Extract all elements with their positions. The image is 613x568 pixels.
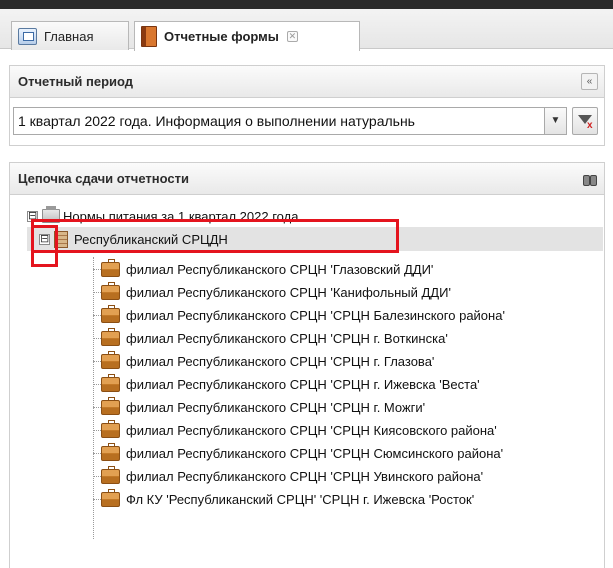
book-icon <box>141 26 157 47</box>
tree-branch-label: филиал Республиканского СРЦН 'Глазовский… <box>126 261 434 277</box>
tab-reporting-forms-label: Отчетные формы <box>164 29 279 44</box>
briefcase-icon <box>101 396 120 415</box>
binoculars-icon[interactable] <box>583 172 597 186</box>
chain-panel-header: Цепочка сдачи отчетности <box>9 162 605 195</box>
tree-branch-node[interactable]: филиал Республиканского СРЦН 'СРЦН Балез… <box>101 304 505 326</box>
briefcase-icon <box>101 442 120 461</box>
tree-root-node[interactable]: ⊟ Нормы питания за 1 квартал 2022 года <box>27 205 298 227</box>
tree-guide-line <box>93 384 101 385</box>
period-panel-title: Отчетный период <box>18 74 134 89</box>
home-icon <box>18 27 37 45</box>
tab-reporting-forms[interactable]: Отчетные формы ✕ <box>134 21 360 51</box>
chevron-down-icon[interactable]: ▼ <box>544 108 566 134</box>
tree-branch-label: филиал Республиканского СРЦН 'СРЦН г. Иж… <box>126 376 480 392</box>
tree-branch-label: филиал Республиканского СРЦН 'СРЦН Сюмси… <box>126 445 504 461</box>
tree-branch-label: филиал Республиканского СРЦН 'СРЦН г. Во… <box>126 330 448 346</box>
tree-branch-node[interactable]: филиал Республиканского СРЦН 'Глазовский… <box>101 258 433 280</box>
tree-branch-node[interactable]: филиал Республиканского СРЦН 'СРЦН г. Иж… <box>101 373 480 395</box>
clear-filter-button[interactable]: x <box>572 107 598 135</box>
reporting-chain-tree: ⊟ Нормы питания за 1 квартал 2022 года ⊟… <box>9 195 605 568</box>
tree-branch-node[interactable]: филиал Республиканского СРЦН 'СРЦН Сюмси… <box>101 442 503 464</box>
tree-guide-line <box>93 338 101 339</box>
tree-guide-line <box>93 292 101 293</box>
tree-branch-node[interactable]: филиал Республиканского СРЦН 'СРЦН г. Гл… <box>101 350 434 372</box>
tree-branch-label: филиал Республиканского СРЦН 'Канифольны… <box>126 284 451 300</box>
tab-home[interactable]: Главная <box>11 21 129 50</box>
building-icon <box>54 230 68 248</box>
period-panel: 1 квартал 2022 года. Информация о выполн… <box>9 98 605 146</box>
briefcase-icon <box>101 419 120 438</box>
tree-node-selected[interactable]: ⊟ Республиканский СРЦДН <box>27 227 603 251</box>
top-bar <box>0 0 613 9</box>
briefcase-icon <box>101 258 120 277</box>
tree-branch-node[interactable]: филиал Республиканского СРЦН 'СРЦН Увинс… <box>101 465 483 487</box>
tree-guide-line <box>93 257 94 539</box>
collapse-icon[interactable]: ⊟ <box>27 210 38 222</box>
chain-panel-title: Цепочка сдачи отчетности <box>18 171 189 186</box>
tab-strip: Главная Отчетные формы ✕ <box>0 9 613 51</box>
period-select[interactable]: 1 квартал 2022 года. Информация о выполн… <box>13 107 567 135</box>
tree-branch-label: филиал Республиканского СРЦН 'СРЦН Киясо… <box>126 422 497 438</box>
briefcase-icon <box>101 373 120 392</box>
tree-guide-line <box>93 361 101 362</box>
tree-branch-label: филиал Республиканского СРЦН 'СРЦН г. Мо… <box>126 399 426 415</box>
briefcase-icon <box>101 281 120 300</box>
briefcase-icon <box>101 488 120 507</box>
tree-branch-label: Фл КУ 'Республиканский СРЦН' 'СРЦН г. Иж… <box>126 491 475 507</box>
tree-node-label: Республиканский СРЦДН <box>74 231 228 247</box>
folder-icon <box>42 206 60 223</box>
tree-branch-label: филиал Республиканского СРЦН 'СРЦН г. Гл… <box>126 353 435 369</box>
briefcase-icon <box>101 465 120 484</box>
period-select-value: 1 квартал 2022 года. Информация о выполн… <box>18 113 415 129</box>
briefcase-icon <box>101 350 120 369</box>
tree-branch-node[interactable]: филиал Республиканского СРЦН 'Канифольны… <box>101 281 451 303</box>
collapse-panel-button[interactable]: « <box>581 73 598 90</box>
briefcase-icon <box>101 327 120 346</box>
tree-guide-line <box>93 499 101 500</box>
tree-guide-line <box>93 407 101 408</box>
briefcase-icon <box>101 304 120 323</box>
tree-branch-node[interactable]: филиал Республиканского СРЦН 'СРЦН Киясо… <box>101 419 497 441</box>
tree-branch-node[interactable]: филиал Республиканского СРЦН 'СРЦН г. Во… <box>101 327 448 349</box>
tree-guide-line <box>93 269 101 270</box>
tree-guide-line <box>93 476 101 477</box>
tab-home-label: Главная <box>44 28 94 44</box>
tree-branch-node[interactable]: филиал Республиканского СРЦН 'СРЦН г. Мо… <box>101 396 425 418</box>
tree-branch-node[interactable]: Фл КУ 'Республиканский СРЦН' 'СРЦН г. Иж… <box>101 488 474 510</box>
tree-guide-line <box>93 453 101 454</box>
collapse-icon[interactable]: ⊟ <box>39 233 50 245</box>
tree-branch-label: филиал Республиканского СРЦН 'СРЦН Увинс… <box>126 468 484 484</box>
tree-root-label: Нормы питания за 1 квартал 2022 года <box>63 208 299 224</box>
period-panel-header: Отчетный период « <box>9 65 605 98</box>
tree-branch-label: филиал Республиканского СРЦН 'СРЦН Балез… <box>126 307 505 323</box>
tree-guide-line <box>93 430 101 431</box>
tree-guide-line <box>93 315 101 316</box>
close-tab-icon[interactable]: ✕ <box>286 31 298 42</box>
